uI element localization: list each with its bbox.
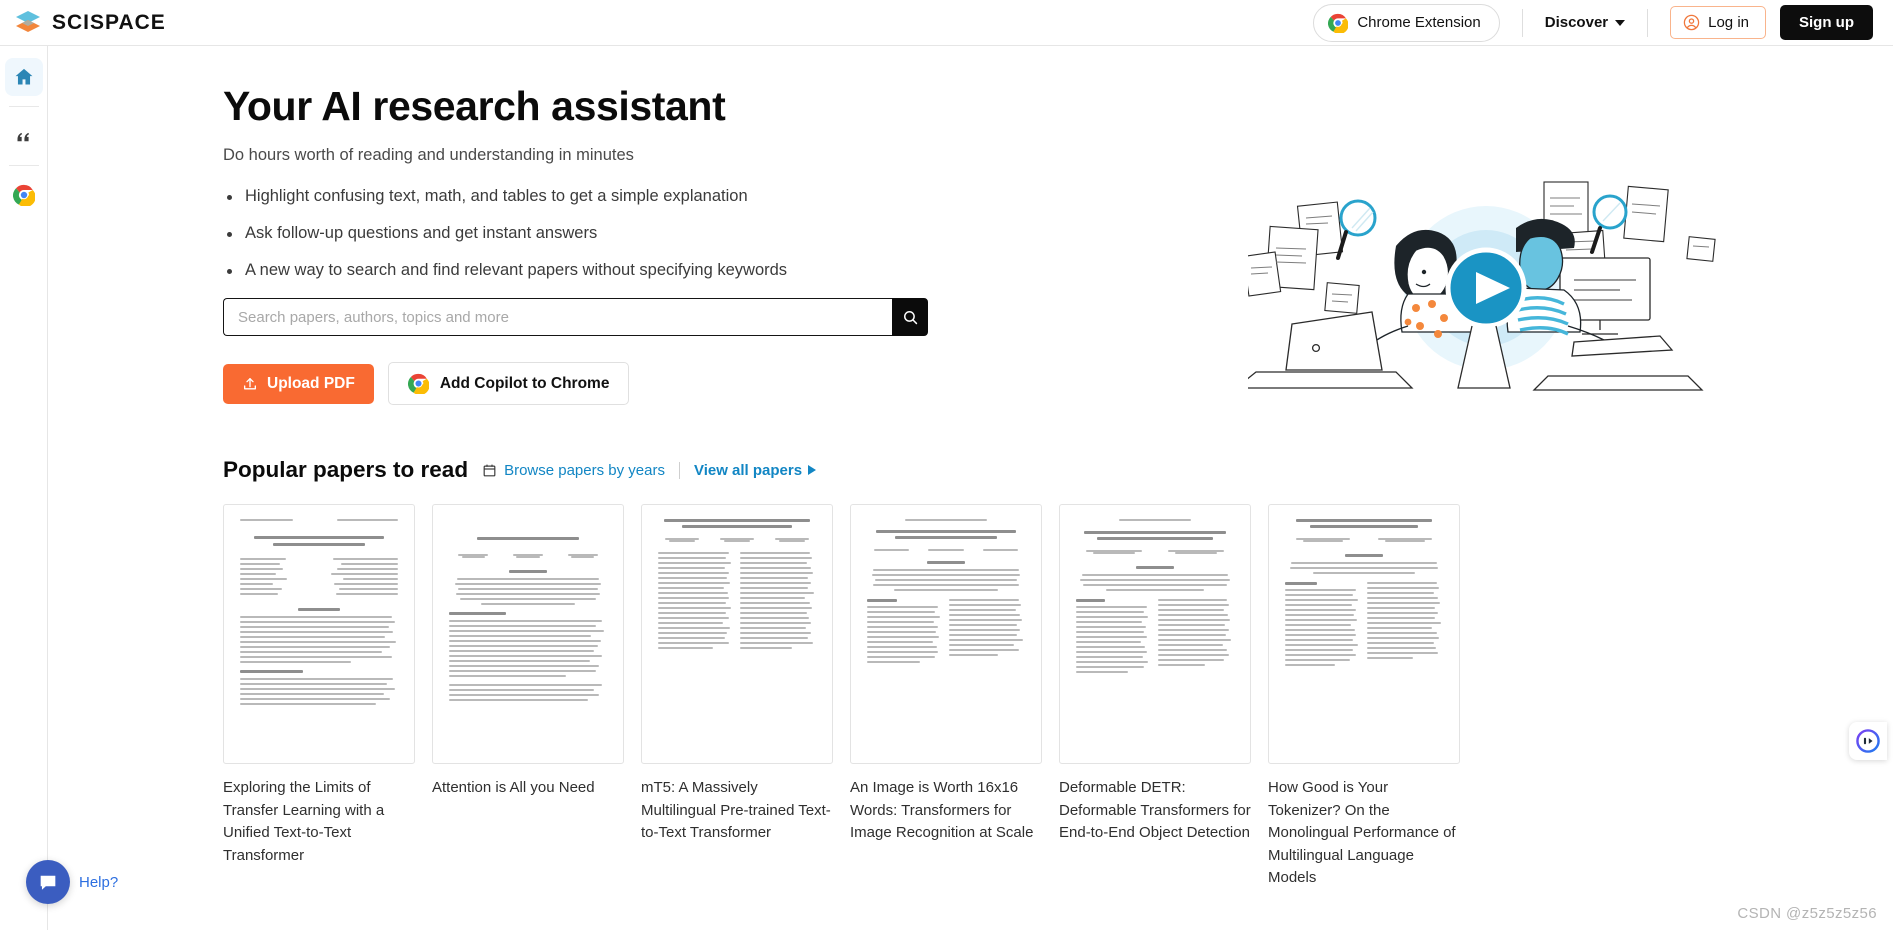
paper-title: How Good is Your Tokenizer? On the Monol… xyxy=(1268,779,1456,886)
search-bar xyxy=(223,298,928,336)
chrome-icon xyxy=(1328,13,1349,33)
links-divider xyxy=(678,461,680,479)
search-icon xyxy=(903,310,917,324)
brand-logo-group[interactable]: SCISPACE xyxy=(14,9,166,37)
chat-launcher-button[interactable] xyxy=(26,860,70,904)
left-sidebar xyxy=(0,46,48,930)
login-label: Log in xyxy=(1708,14,1749,31)
paper-card[interactable]: An Image is Worth 16x16 Words: Transform… xyxy=(850,504,1042,890)
watermark: CSDN @z5z5z5z56 xyxy=(1737,905,1877,922)
signup-button[interactable]: Sign up xyxy=(1780,5,1873,40)
section-title: Popular papers to read xyxy=(223,457,469,482)
upload-icon xyxy=(244,377,256,389)
paper-title: An Image is Worth 16x16 Words: Transform… xyxy=(850,779,1034,841)
paper-thumbnail xyxy=(641,504,833,764)
brand-name: SCISPACE xyxy=(52,10,166,34)
calendar-icon xyxy=(483,464,496,476)
paper-title: Exploring the Limits of Transfer Learnin… xyxy=(223,779,385,864)
paper-thumbnail xyxy=(432,504,624,764)
paper-title: Deformable DETR: Deformable Transformers… xyxy=(1059,779,1251,841)
hero-subtitle: Do hours worth of reading and understand… xyxy=(223,146,634,164)
chat-bubble-icon xyxy=(40,875,56,890)
quote-icon xyxy=(17,132,29,142)
add-copilot-label: Add Copilot to Chrome xyxy=(439,374,610,392)
search-button[interactable] xyxy=(892,298,928,336)
main-content: Your AI research assistant Do hours wort… xyxy=(48,46,1893,930)
papers-card-grid: Exploring the Limits of Transfer Learnin… xyxy=(223,504,1893,890)
header-divider-1 xyxy=(1521,8,1523,37)
upload-pdf-label: Upload PDF xyxy=(267,374,355,392)
chevron-down-icon xyxy=(1615,19,1626,26)
intercom-launcher-button[interactable] xyxy=(1849,722,1887,760)
scispace-logo-icon xyxy=(16,10,40,32)
login-button[interactable]: Log in xyxy=(1670,6,1766,39)
discover-label: Discover xyxy=(1544,14,1609,31)
paper-card[interactable]: How Good is Your Tokenizer? On the Monol… xyxy=(1268,504,1460,890)
chrome-icon xyxy=(407,373,429,394)
research-assistant-illustration xyxy=(1234,181,1716,391)
messenger-icon xyxy=(1856,729,1880,753)
header-divider-2 xyxy=(1647,8,1649,37)
paper-title: Attention is All you Need xyxy=(432,779,595,796)
hero-section: Your AI research assistant Do hours wort… xyxy=(48,46,1893,405)
header-actions: Chrome Extension Discover Log in Sign up xyxy=(1313,0,1873,45)
page-title: Your AI research assistant xyxy=(223,83,726,129)
paper-card[interactable]: Attention is All you Need xyxy=(432,504,624,890)
paper-card[interactable]: Exploring the Limits of Transfer Learnin… xyxy=(223,504,415,890)
chrome-extension-button[interactable]: Chrome Extension xyxy=(1313,3,1500,42)
view-all-label: View all papers xyxy=(693,461,803,479)
chevron-right-icon xyxy=(808,465,817,475)
sidebar-separator-1 xyxy=(8,106,39,107)
paper-thumbnail xyxy=(1268,504,1460,764)
paper-thumbnail xyxy=(223,504,415,764)
home-icon xyxy=(15,68,32,85)
user-circle-icon xyxy=(1683,14,1700,31)
upload-pdf-button[interactable]: Upload PDF xyxy=(223,363,374,404)
sidebar-item-chrome[interactable] xyxy=(5,176,43,214)
popular-papers-header: Popular papers to read Browse papers by … xyxy=(223,457,1893,483)
chrome-icon xyxy=(12,184,35,206)
help-label[interactable]: Help? xyxy=(79,874,118,891)
add-copilot-button[interactable]: Add Copilot to Chrome xyxy=(387,362,630,405)
paper-card[interactable]: mT5: A Massively Multilingual Pre-traine… xyxy=(641,504,833,890)
paper-card[interactable]: Deformable DETR: Deformable Transformers… xyxy=(1059,504,1251,890)
discover-dropdown[interactable]: Discover xyxy=(1544,14,1626,31)
hero-illustration xyxy=(1234,176,1718,426)
sidebar-separator-2 xyxy=(8,165,39,166)
popular-papers-section: Popular papers to read Browse papers by … xyxy=(48,457,1893,890)
sidebar-item-home[interactable] xyxy=(4,58,43,96)
paper-thumbnail xyxy=(850,504,1042,764)
paper-title: mT5: A Massively Multilingual Pre-traine… xyxy=(641,779,831,841)
sidebar-item-citations[interactable] xyxy=(5,117,43,155)
browse-papers-label: Browse papers by years xyxy=(504,461,665,479)
view-all-papers-link[interactable]: View all papers xyxy=(693,461,817,479)
help-widget: Help? xyxy=(26,860,118,904)
search-input[interactable] xyxy=(223,298,892,336)
chrome-extension-label: Chrome Extension xyxy=(1357,14,1481,31)
browse-papers-by-years-link[interactable]: Browse papers by years xyxy=(482,462,665,479)
app-header: SCISPACE Chrome Extension Discover Log i… xyxy=(0,0,1893,46)
paper-thumbnail xyxy=(1059,504,1251,764)
